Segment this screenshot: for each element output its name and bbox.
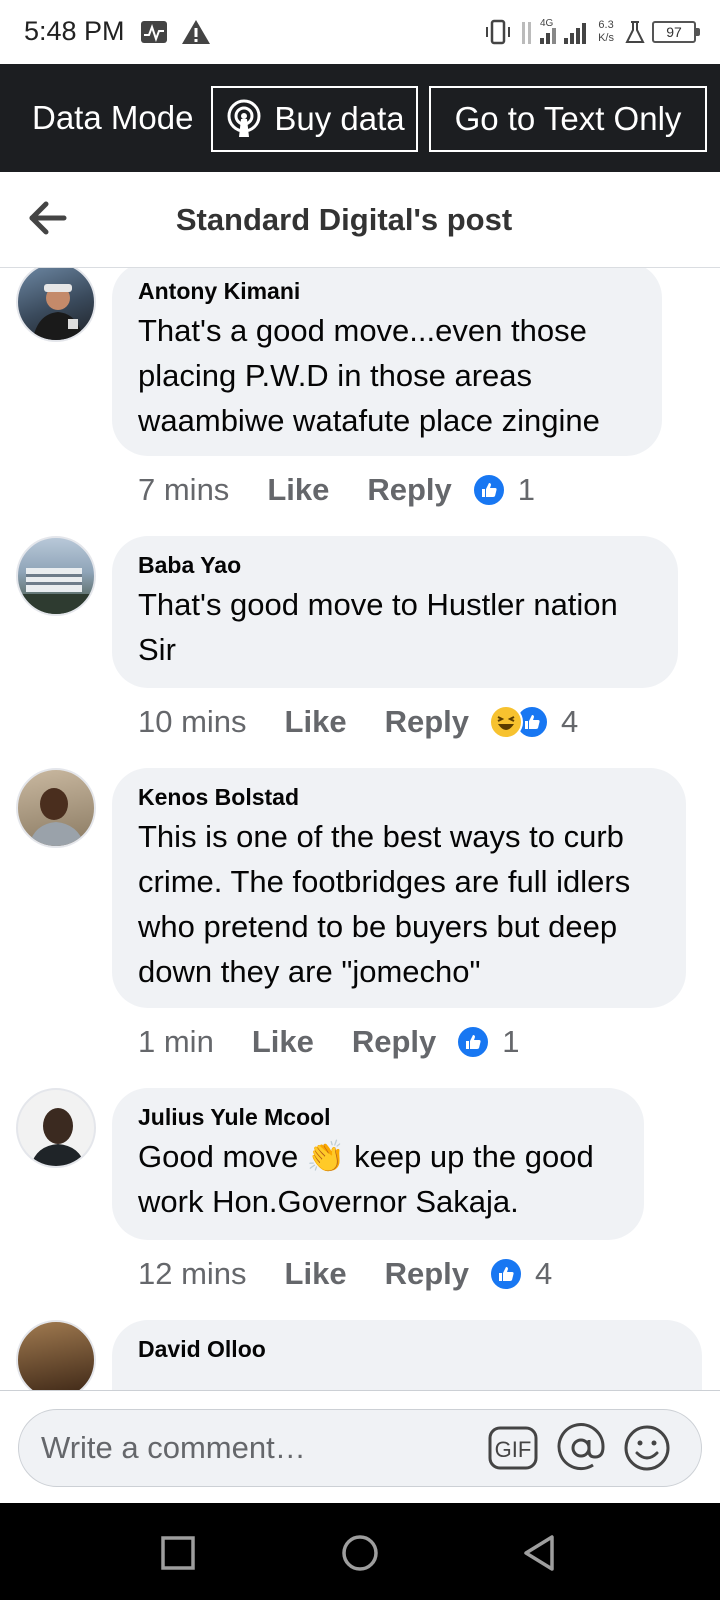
svg-text:GIF: GIF [495,1437,532,1462]
comment-text: That's a good move...even those placing … [138,313,600,438]
reply-button[interactable]: Reply [367,472,451,508]
comment-text: Good move 👏 keep up the good work Hon.Go… [138,1134,618,1224]
comments-list[interactable]: Antony Kimani That's a good move...even … [0,268,720,1390]
post-header: Standard Digital's post [0,172,720,268]
like-reaction-icon [456,1025,491,1059]
comment-bubble[interactable]: David Olloo [112,1320,702,1390]
reactions[interactable] [471,473,506,507]
clapping-emoji-icon: 👏 [306,1139,346,1174]
comment-time[interactable]: 7 mins [138,472,229,508]
reaction-count: 4 [561,704,579,739]
haha-reaction-icon [489,705,523,739]
reaction-count: 1 [502,1024,520,1059]
mention-icon[interactable] [556,1423,606,1473]
comment-actions: 12 mins Like Reply 4 [138,1252,552,1296]
like-button[interactable]: Like [252,1024,314,1060]
reply-button[interactable]: Reply [352,1024,436,1060]
data-mode-bar: Data Mode Buy data Go to Text Only [0,64,720,172]
broadcast-icon [227,99,261,137]
warning-icon [182,20,210,44]
network-speed: 6.3 K/s [598,19,614,45]
like-button[interactable]: Like [285,704,347,740]
comment-author[interactable]: Baba Yao [138,550,652,580]
avatar-photo [30,1108,86,1166]
comment-author[interactable]: Julius Yule Mcool [138,1102,618,1132]
speed-value: 6.3 [598,19,614,31]
status-indicators: 4G 6.3 K/s 97 [484,14,700,50]
avatar[interactable] [16,1320,96,1390]
like-button[interactable]: Like [267,472,329,508]
comment-author[interactable]: David Olloo [138,1334,676,1364]
text-only-button[interactable]: Go to Text Only [429,86,707,152]
comment-text: That's good move to Hustler nation Sir [138,587,618,667]
avatar[interactable] [16,536,96,616]
avatar[interactable] [16,1088,96,1168]
reactions[interactable] [489,1257,523,1291]
back-icon[interactable] [520,1533,560,1573]
comment-author[interactable]: Antony Kimani [138,276,636,306]
avatar[interactable] [16,768,96,848]
page-title: Standard Digital's post [175,202,513,237]
comment-bubble[interactable]: Antony Kimani That's a good move...even … [112,268,662,456]
system-nav-bar [0,1503,720,1600]
status-time: 5:48 PM [24,16,125,46]
lab-icon [625,21,645,43]
signal-icon: 4G [522,18,587,44]
comment-bubble[interactable]: Baba Yao That's good move to Hustler nat… [112,536,678,688]
network-type: 4G [540,18,554,29]
buy-data-label: Buy data [274,100,405,137]
comment-time[interactable]: 1 min [138,1024,214,1060]
reaction-count: 1 [517,472,536,507]
avatar-photo [18,568,94,614]
battery-level: 97 [666,24,682,40]
reply-button[interactable]: Reply [385,704,469,740]
speed-unit: K/s [598,32,614,44]
comment-time[interactable]: 10 mins [138,704,247,740]
comment-time[interactable]: 12 mins [138,1256,247,1292]
vibrate-icon [486,19,511,45]
comment-composer: GIF [0,1390,720,1503]
reactions[interactable] [489,705,549,739]
comment-bubble[interactable]: Kenos Bolstad This is one of the best wa… [112,768,686,1008]
buy-data-button[interactable]: Buy data [211,86,418,152]
emoji-icon[interactable] [622,1423,672,1473]
status-bar: 5:48 PM 4G 6.3 K/s 97 [0,0,720,64]
activity-icon [141,21,167,43]
avatar[interactable] [16,268,96,342]
home-icon[interactable] [340,1533,380,1573]
like-reaction-icon [471,473,506,507]
reply-button[interactable]: Reply [385,1256,469,1292]
comment-author[interactable]: Kenos Bolstad [138,782,660,812]
recents-icon[interactable] [158,1533,198,1573]
battery-icon: 97 [652,21,700,43]
comment-text-part: Good move [138,1139,307,1174]
gif-icon[interactable]: GIF [488,1423,538,1473]
comment-bubble[interactable]: Julius Yule Mcool Good move 👏 keep up th… [112,1088,644,1240]
avatar-photo [32,284,84,340]
data-mode-label: Data Mode [32,99,194,136]
text-only-label: Go to Text Only [454,100,682,137]
comment-actions: 10 mins Like Reply 4 [138,700,578,744]
like-button[interactable]: Like [285,1256,347,1292]
comment-actions: 1 min Like Reply 1 [138,1020,520,1064]
comment-text: This is one of the best ways to curb cri… [138,819,631,989]
reactions[interactable] [456,1025,491,1059]
comment-actions: 7 mins Like Reply 1 [138,468,535,512]
reaction-count: 4 [535,1256,553,1291]
avatar-photo [28,788,85,846]
like-reaction-icon [489,1257,523,1291]
